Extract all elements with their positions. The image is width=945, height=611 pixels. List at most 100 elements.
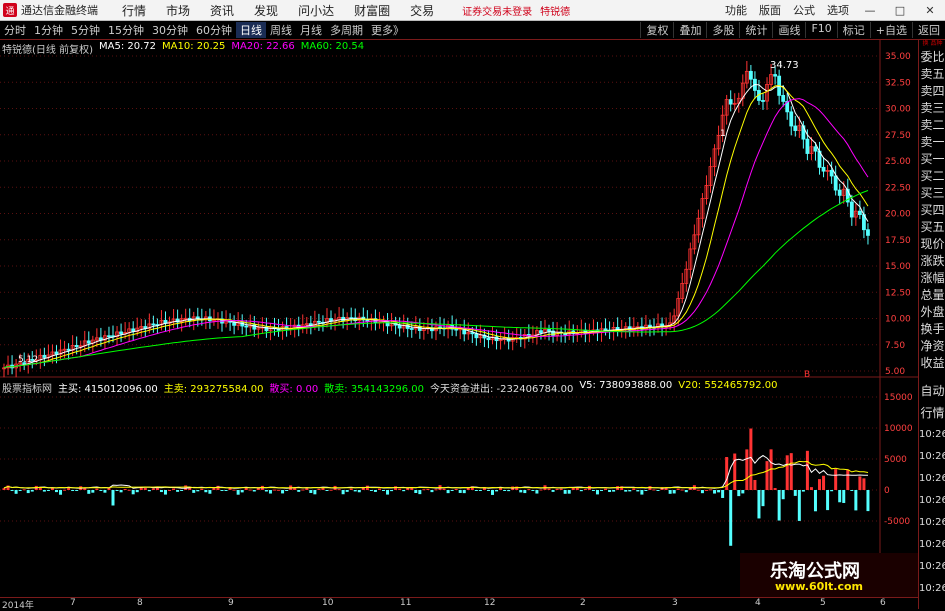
x-axis-label-3: 9 bbox=[228, 598, 234, 608]
flow-bar bbox=[147, 490, 151, 492]
flow-bar bbox=[369, 490, 373, 491]
flow-bar bbox=[305, 488, 309, 490]
menu-formula[interactable]: 公式 bbox=[787, 2, 821, 18]
candle-body bbox=[74, 345, 79, 348]
flow-bar bbox=[151, 488, 155, 490]
flow-bar bbox=[373, 490, 377, 492]
period-tab-10[interactable]: 更多》 bbox=[367, 22, 408, 38]
candle-body bbox=[244, 325, 249, 328]
flow-bar bbox=[608, 490, 612, 493]
period-tab-1[interactable]: 1分钟 bbox=[30, 22, 67, 38]
period-tab-8[interactable]: 月线 bbox=[296, 22, 326, 38]
maximize-button[interactable]: □ bbox=[885, 4, 915, 17]
menu-wealth[interactable]: 财富圈 bbox=[344, 2, 400, 19]
flow-bar bbox=[838, 490, 842, 503]
x-axis-label-10: 5 bbox=[820, 598, 826, 608]
title-bar: 通 通达信金融终端 行情 市场 资讯 发现 问小达 财富圈 交易 证券交易未登录… bbox=[0, 0, 945, 21]
flow-bar bbox=[111, 490, 115, 506]
menu-trade[interactable]: 交易 bbox=[400, 2, 444, 19]
flow-bar bbox=[579, 490, 583, 492]
tool-button-4[interactable]: 画线 bbox=[772, 22, 805, 38]
flow-bar bbox=[14, 490, 18, 494]
menu-layout[interactable]: 版面 bbox=[753, 2, 787, 18]
flow-bar bbox=[236, 490, 240, 495]
tool-button-6[interactable]: 标记 bbox=[836, 22, 870, 38]
menu-market[interactable]: 市场 bbox=[156, 2, 200, 19]
flow-bar bbox=[604, 488, 608, 490]
flow-bar bbox=[30, 490, 34, 492]
tool-button-3[interactable]: 统计 bbox=[739, 22, 772, 38]
flow-bar bbox=[341, 490, 345, 495]
time-axis: 2014年 7 8 9 10 11 12 2 3 4 5 6 bbox=[0, 597, 918, 611]
flow-bar bbox=[632, 488, 636, 490]
flow-bar bbox=[842, 490, 846, 503]
flow-bar bbox=[301, 489, 305, 491]
tick-item-8: 10:26 bbox=[919, 561, 945, 572]
flow-bar bbox=[313, 490, 317, 495]
flow-bar bbox=[781, 490, 785, 500]
period-tab-9[interactable]: 多周期 bbox=[326, 22, 367, 38]
candle-body bbox=[849, 201, 854, 218]
flow-bar bbox=[474, 490, 478, 491]
flow-bar bbox=[458, 490, 462, 493]
candle-body bbox=[86, 340, 91, 344]
quote-field-1: 卖五 bbox=[920, 67, 945, 81]
tool-button-5[interactable]: F10 bbox=[805, 22, 836, 38]
candle-body bbox=[454, 328, 459, 331]
period-tab-4[interactable]: 30分钟 bbox=[148, 22, 192, 38]
flow-bar bbox=[349, 488, 353, 490]
tool-button-1[interactable]: 叠加 bbox=[673, 22, 706, 38]
menu-ask[interactable]: 问小达 bbox=[288, 2, 344, 19]
period-tab-6[interactable]: 日线 bbox=[236, 22, 266, 38]
flow-bar bbox=[539, 489, 543, 491]
v20-line bbox=[3, 460, 869, 489]
flow-bar bbox=[753, 479, 757, 490]
tick-item-9: 10:26 bbox=[919, 583, 945, 594]
menu-news[interactable]: 资讯 bbox=[200, 2, 244, 19]
login-status[interactable]: 证券交易未登录 bbox=[462, 3, 532, 18]
flow-bar bbox=[10, 490, 14, 491]
menu-options[interactable]: 选项 bbox=[821, 2, 855, 18]
flow-bar bbox=[486, 490, 490, 491]
quote-field-16: 换手 bbox=[920, 322, 945, 336]
tick-item-1[interactable]: 行情 bbox=[919, 405, 945, 421]
flow-bar bbox=[818, 479, 822, 490]
flow-bar bbox=[523, 490, 527, 494]
flow-bar bbox=[809, 487, 813, 490]
menu-quotes[interactable]: 行情 bbox=[112, 2, 156, 19]
quote-field-2: 卖四 bbox=[920, 84, 945, 98]
tool-button-2[interactable]: 多股 bbox=[706, 22, 739, 38]
tool-button-8[interactable]: 返回 bbox=[912, 22, 945, 38]
minimize-button[interactable]: — bbox=[855, 4, 885, 17]
candle-body bbox=[866, 229, 870, 236]
period-tab-0[interactable]: 分时 bbox=[0, 22, 30, 38]
app-title: 通达信金融终端 bbox=[21, 4, 98, 17]
menu-discover[interactable]: 发现 bbox=[244, 2, 288, 19]
x-axis-label-11: 6 bbox=[880, 598, 886, 608]
flow-bar bbox=[442, 488, 446, 490]
flow-bar bbox=[446, 490, 450, 494]
menu-function[interactable]: 功能 bbox=[719, 2, 753, 18]
price-tick-label: 7.50 bbox=[885, 341, 905, 351]
flow-bar bbox=[176, 490, 180, 492]
period-tab-5[interactable]: 60分钟 bbox=[192, 22, 236, 38]
flow-bar bbox=[414, 490, 418, 494]
b-marker: B bbox=[804, 370, 810, 380]
close-button[interactable]: ✕ bbox=[915, 4, 945, 17]
flow-bar bbox=[208, 490, 212, 494]
period-tab-7[interactable]: 周线 bbox=[266, 22, 296, 38]
period-tab-3[interactable]: 15分钟 bbox=[104, 22, 148, 38]
tool-button-7[interactable]: +自选 bbox=[869, 22, 912, 38]
flow-bar bbox=[688, 488, 692, 490]
flow-bar bbox=[704, 489, 708, 491]
flow-bar bbox=[858, 476, 862, 490]
period-toolbar: 分时 1分钟 5分钟 15分钟 30分钟 60分钟 日线 周线 月线 多周期 更多》 复权 叠加 多股统… bbox=[0, 21, 945, 40]
switch-variety[interactable]: 换 品种 bbox=[919, 40, 945, 48]
kline-chart[interactable]: 35.0032.5030.0027.5025.0022.5020.0017.50… bbox=[0, 40, 918, 597]
tool-button-0[interactable]: 复权 bbox=[640, 22, 673, 38]
flow-bar bbox=[2, 488, 6, 490]
flow-bar bbox=[418, 490, 422, 495]
flow-bar bbox=[317, 488, 321, 490]
period-tab-2[interactable]: 5分钟 bbox=[67, 22, 104, 38]
tick-item-0[interactable]: 自动 bbox=[919, 383, 945, 399]
